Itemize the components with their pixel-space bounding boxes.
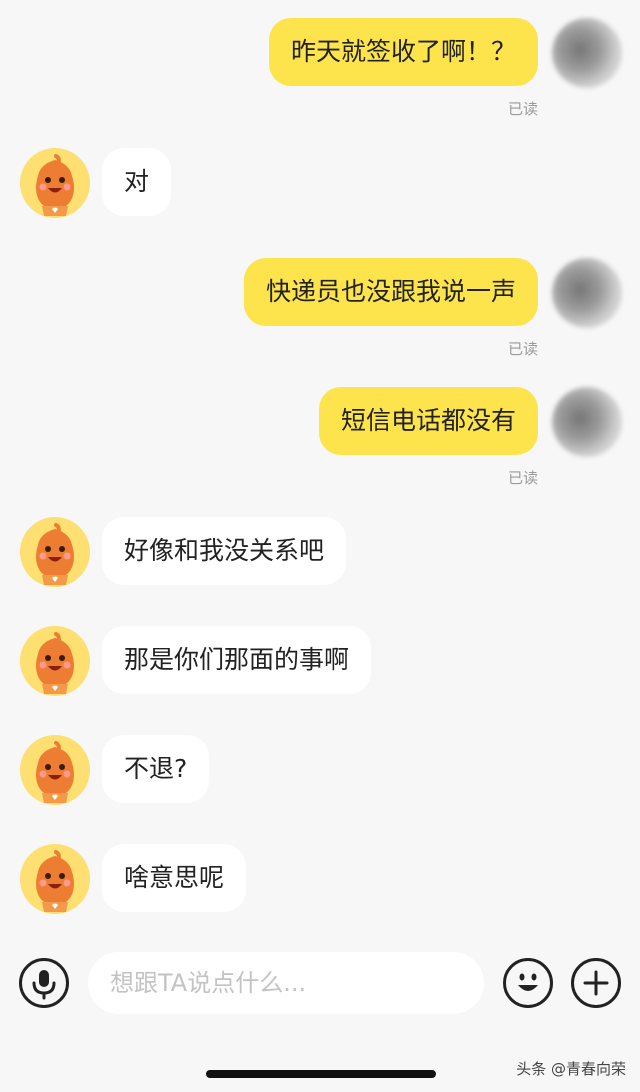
incoming-message-bubble[interactable]: 啥意思呢 bbox=[102, 844, 247, 912]
outgoing-message-bubble[interactable]: 短信电话都没有 bbox=[318, 387, 538, 455]
home-indicator[interactable] bbox=[206, 1070, 436, 1078]
merchant-avatar[interactable] bbox=[20, 148, 90, 218]
watermark: 头条 @青春向荣 bbox=[516, 1060, 626, 1078]
merchant-avatar[interactable] bbox=[20, 735, 90, 805]
smiley-icon bbox=[518, 973, 538, 991]
outgoing-message-bubble[interactable]: 快递员也没跟我说一声 bbox=[243, 258, 538, 326]
read-status: 已读 bbox=[507, 340, 538, 358]
incoming-message-bubble[interactable]: 好像和我没关系吧 bbox=[102, 517, 347, 585]
user-avatar[interactable] bbox=[552, 18, 622, 88]
plus-icon bbox=[583, 970, 609, 996]
voice-button[interactable] bbox=[19, 958, 69, 1008]
emoji-button[interactable] bbox=[503, 958, 553, 1008]
merchant-avatar[interactable] bbox=[20, 844, 90, 914]
merchant-avatar[interactable] bbox=[20, 626, 90, 696]
read-status: 已读 bbox=[507, 100, 538, 118]
outgoing-message-bubble[interactable]: 昨天就签收了啊！？ bbox=[268, 18, 538, 86]
incoming-message-bubble[interactable]: 那是你们那面的事啊 bbox=[102, 626, 372, 694]
user-avatar[interactable] bbox=[552, 258, 622, 328]
more-button[interactable] bbox=[571, 958, 621, 1008]
microphone-icon bbox=[32, 970, 56, 1000]
user-avatar[interactable] bbox=[552, 387, 622, 457]
input-bar: 想跟TA说点什么... bbox=[0, 940, 640, 1030]
message-input[interactable]: 想跟TA说点什么... bbox=[88, 952, 484, 1014]
incoming-message-bubble[interactable]: 不退? bbox=[102, 735, 210, 803]
incoming-message-bubble[interactable]: 对 bbox=[102, 148, 172, 216]
merchant-avatar[interactable] bbox=[20, 517, 90, 587]
read-status: 已读 bbox=[507, 469, 538, 487]
message-list[interactable]: 昨天就签收了啊！？ 已读 对 快递员也没跟我说一声 已读 短信电话都没有 已读 bbox=[0, 0, 640, 930]
